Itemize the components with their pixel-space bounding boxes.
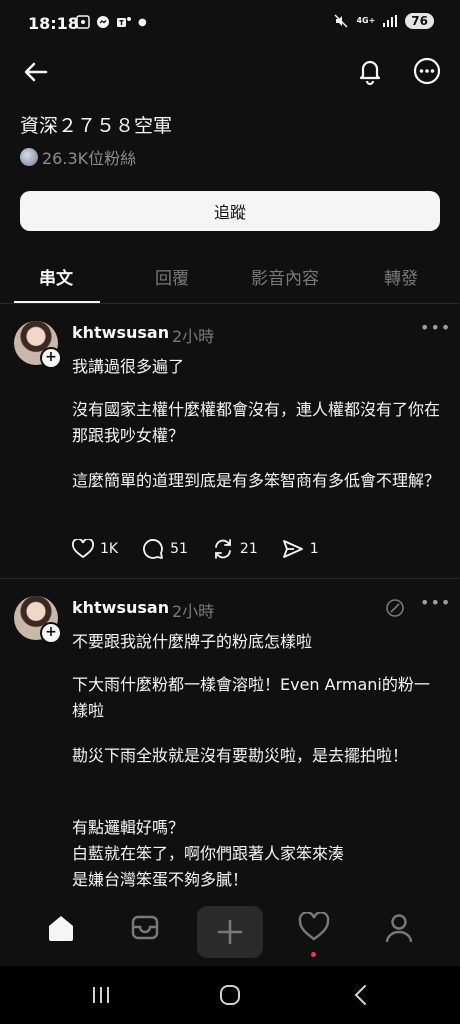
follow-button[interactable]: 追蹤 bbox=[20, 191, 440, 231]
like-count: 1K bbox=[100, 541, 119, 557]
status-bar: 18:18 ● 4G+ 76 bbox=[0, 0, 460, 50]
network-type: 4G+ bbox=[356, 16, 376, 25]
followers-count: 26.3K位粉絲 bbox=[42, 149, 137, 168]
followers-row[interactable]: 26.3K位粉絲 bbox=[20, 145, 136, 169]
share-button[interactable]: 1 bbox=[282, 539, 319, 559]
post-text: 勘災下雨全妝就是沒有要勘災啦，是去擺拍啦！ bbox=[72, 746, 409, 765]
messenger-icon bbox=[97, 16, 109, 28]
notification-dot bbox=[311, 952, 316, 957]
comment-icon bbox=[143, 539, 163, 559]
profile-name: 資深２７５８空軍 bbox=[20, 115, 173, 137]
tab-threads[interactable]: 串文 bbox=[39, 264, 73, 289]
post-username[interactable]: khtwsusan bbox=[72, 323, 169, 342]
tab-media[interactable]: 影音內容 bbox=[251, 264, 319, 289]
repost-icon bbox=[215, 539, 231, 559]
tab-reposts[interactable]: 轉發 bbox=[384, 264, 418, 289]
post-text: 我講過很多遍了 bbox=[72, 357, 185, 376]
activity-heart-icon[interactable] bbox=[298, 912, 330, 942]
screenshot-icon bbox=[76, 15, 90, 29]
edited-icon bbox=[386, 599, 404, 617]
home-icon[interactable] bbox=[45, 912, 77, 944]
plus-icon bbox=[217, 919, 243, 945]
battery-level: 76 bbox=[405, 13, 434, 29]
post-username[interactable]: khtwsusan bbox=[72, 598, 169, 617]
repost-button[interactable]: 21 bbox=[212, 538, 258, 560]
home-button-icon[interactable] bbox=[219, 984, 241, 1006]
post-more-icon[interactable]: ••• bbox=[420, 318, 451, 337]
post-text: 不要跟我說什麼牌子的粉底怎樣啦 bbox=[72, 632, 313, 651]
bell-icon[interactable] bbox=[355, 56, 385, 86]
bottom-nav bbox=[0, 900, 460, 966]
share-count: 1 bbox=[309, 541, 319, 557]
comment-button[interactable]: 51 bbox=[142, 538, 188, 560]
create-post-button[interactable] bbox=[197, 906, 263, 958]
follow-plus-icon[interactable]: + bbox=[40, 622, 62, 644]
heart-icon bbox=[72, 539, 94, 559]
post-text: 這麼簡單的道理到底是有多笨智商有多低會不理解？ bbox=[72, 471, 441, 490]
tab-replies[interactable]: 回覆 bbox=[155, 264, 189, 289]
follower-avatar bbox=[20, 148, 38, 166]
post-text: 有點邏輯好嗎？ 白藍就在笨了，啊你們跟著人家笨來湊 是嫌台灣笨蛋不夠多膩！ bbox=[72, 818, 345, 889]
post-actions: 1K 51 21 1 bbox=[72, 538, 343, 560]
top-bar bbox=[0, 52, 460, 92]
more-options-icon[interactable] bbox=[412, 56, 442, 86]
teams-icon bbox=[117, 17, 131, 27]
post-text: 沒有國家主權什麼權都會沒有，連人權都沒有了你在那跟我吵女權？ bbox=[72, 400, 441, 445]
post-time: 2小時 bbox=[172, 602, 215, 621]
back-button-icon[interactable] bbox=[350, 984, 372, 1006]
mute-icon bbox=[334, 14, 348, 28]
status-time: 18:18 bbox=[28, 14, 79, 33]
system-nav-bar bbox=[0, 966, 460, 1024]
profile-tabs: 串文 回覆 影音內容 轉發 bbox=[0, 255, 460, 304]
post-time: 2小時 bbox=[172, 327, 215, 346]
send-icon bbox=[282, 540, 303, 558]
profile-icon[interactable] bbox=[384, 912, 414, 944]
inbox-icon[interactable] bbox=[130, 912, 160, 942]
post-text: 下大雨什麼粉都一樣會溶啦！Even Armani的粉一樣啦 bbox=[72, 675, 430, 720]
follow-plus-icon[interactable]: + bbox=[40, 347, 62, 369]
post-divider bbox=[0, 578, 460, 579]
dot-icon: ● bbox=[138, 16, 147, 28]
repost-count: 21 bbox=[239, 541, 258, 557]
recent-apps-icon[interactable] bbox=[90, 984, 112, 1006]
post-more-icon[interactable]: ••• bbox=[420, 593, 451, 612]
active-tab-indicator bbox=[14, 301, 100, 303]
signal-icon bbox=[383, 15, 398, 27]
comment-count: 51 bbox=[170, 541, 188, 557]
like-button[interactable]: 1K bbox=[72, 539, 118, 559]
back-arrow-icon[interactable] bbox=[22, 58, 50, 86]
notification-icons: ● bbox=[76, 15, 147, 29]
